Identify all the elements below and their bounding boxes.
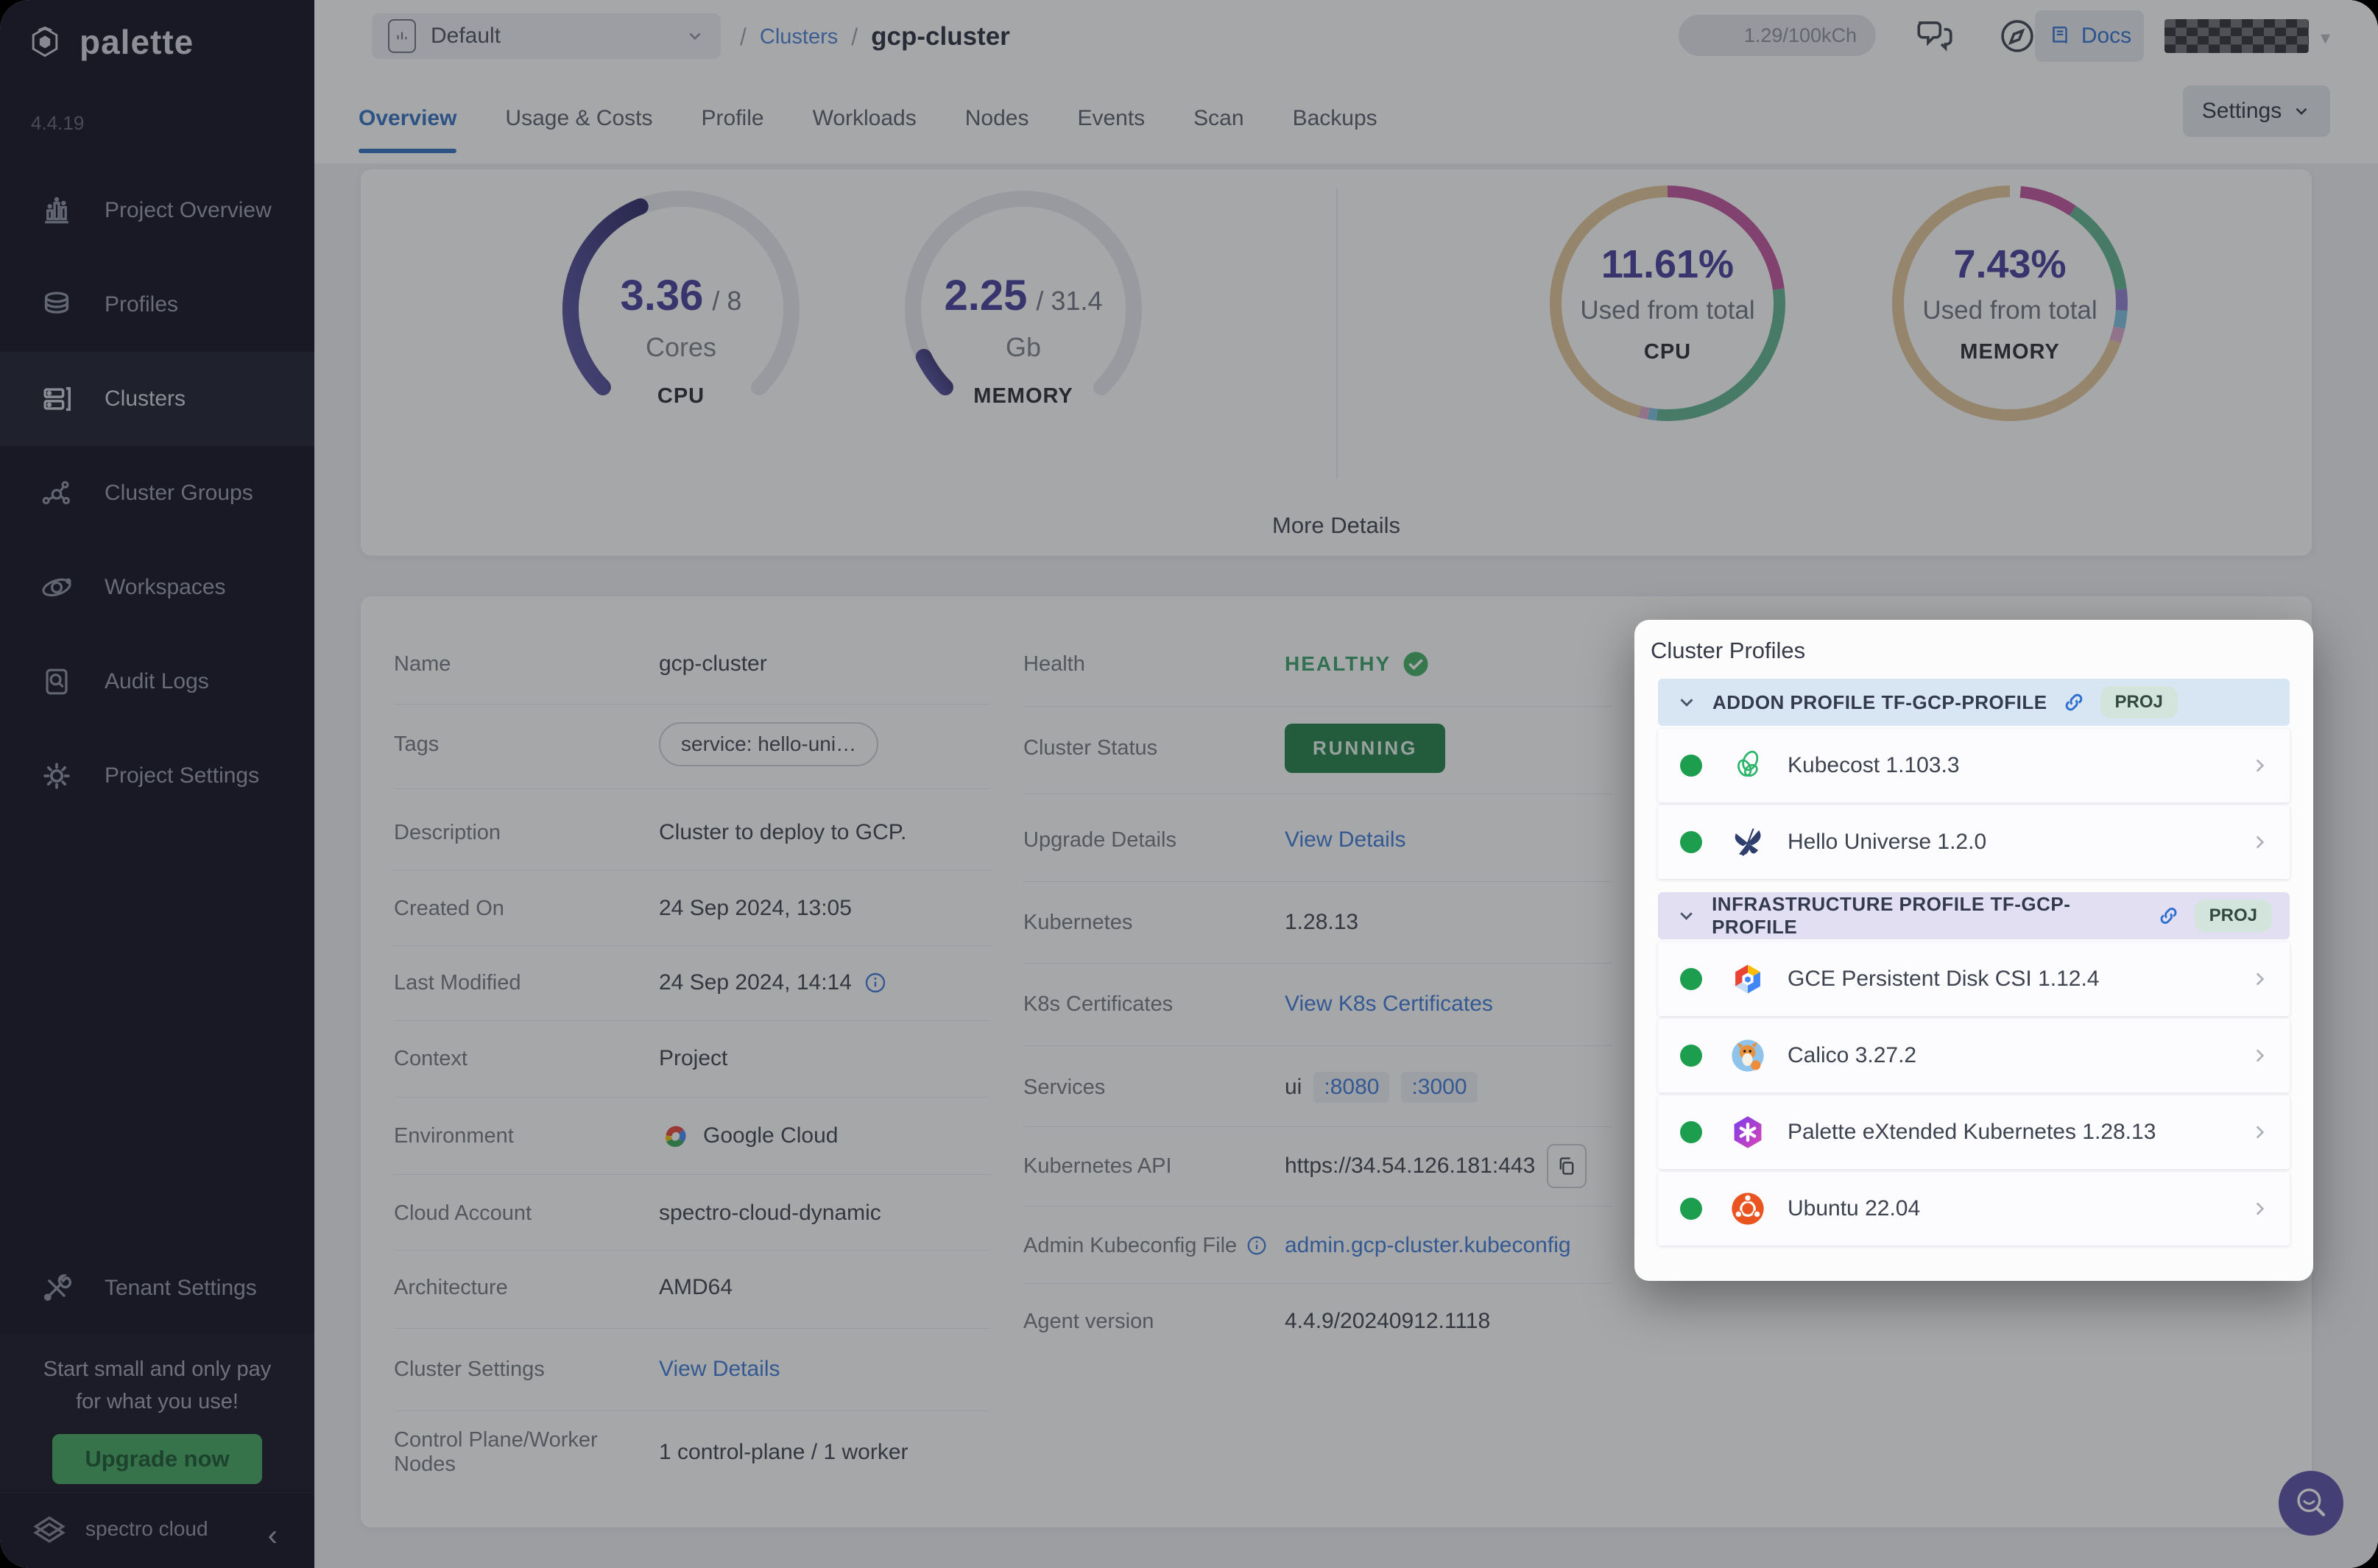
palette-app-window: palette 4.4.19 Project Overview Profiles… — [0, 0, 2378, 1568]
infrastructure-profile-header[interactable]: INFRASTRUCTURE PROFILE TF-GCP-PROFILE PR… — [1658, 892, 2290, 939]
profile-layer-ubuntu[interactable]: Ubuntu 22.04 — [1658, 1172, 2290, 1246]
chevron-right-icon — [2256, 836, 2265, 849]
profile-layer-hello-universe[interactable]: Hello Universe 1.2.0 — [1658, 805, 2290, 879]
chevron-down-icon — [1680, 912, 1693, 920]
chevron-right-icon — [2256, 972, 2265, 986]
addon-profile-header[interactable]: ADDON PROFILE TF-GCP-PROFILE PROJ — [1658, 679, 2290, 726]
cluster-profiles-title: Cluster Profiles — [1651, 638, 1806, 663]
kubecost-logo-icon — [1737, 750, 1759, 777]
hello-universe-logo-icon — [1735, 828, 1761, 856]
profile-layer-kubecost[interactable]: Kubecost 1.103.3 — [1658, 729, 2290, 802]
profile-layer-name: Palette eXtended Kubernetes 1.28.13 — [1788, 1120, 2156, 1144]
proj-scope-badge: PROJ — [2100, 686, 2178, 718]
status-dot-green — [1680, 1198, 1702, 1220]
calico-logo-icon — [1732, 1039, 1764, 1072]
palette-extended-kubernetes-logo-icon — [1734, 1116, 1762, 1148]
addon-profile-label: ADDON PROFILE TF-GCP-PROFILE — [1712, 691, 2047, 713]
profile-layer-palette-extended-kubernetes[interactable]: Palette eXtended Kubernetes 1.28.13 — [1658, 1095, 2290, 1169]
profile-layer-name: GCE Persistent Disk CSI 1.12.4 — [1788, 967, 2100, 991]
profile-layer-name: Hello Universe 1.2.0 — [1788, 830, 1987, 854]
chevron-right-icon — [2256, 1202, 2265, 1215]
profile-layer-calico[interactable]: Calico 3.27.2 — [1658, 1019, 2290, 1092]
link-icon — [2065, 693, 2082, 711]
link-icon — [2160, 908, 2177, 924]
cluster-profiles-panel: Cluster Profiles ADDON PROFILE TF-GCP-PR… — [1634, 620, 2313, 1281]
status-dot-green — [1680, 1045, 1702, 1067]
chevron-down-icon — [1680, 699, 1693, 707]
chevron-right-icon — [2256, 759, 2265, 772]
profile-layer-name: Ubuntu 22.04 — [1788, 1196, 1921, 1221]
proj-scope-badge: PROJ — [2194, 900, 2272, 932]
status-dot-green — [1680, 968, 1702, 990]
chevron-right-icon — [2256, 1049, 2265, 1062]
status-dot-green — [1680, 1121, 1702, 1143]
profile-layer-name: Calico 3.27.2 — [1788, 1043, 1917, 1067]
ubuntu-logo-icon — [1732, 1193, 1764, 1225]
status-dot-green — [1680, 831, 1702, 853]
gce-persistent-disk-logo-icon — [1735, 964, 1760, 994]
profile-layer-name: Kubecost 1.103.3 — [1788, 753, 1960, 777]
screenshot-stage: palette 4.4.19 Project Overview Profiles… — [0, 0, 2378, 1568]
status-dot-green — [1680, 755, 1702, 777]
infrastructure-profile-label: INFRASTRUCTURE PROFILE TF-GCP-PROFILE — [1712, 893, 2071, 938]
chevron-right-icon — [2256, 1126, 2265, 1139]
profile-layer-gce-disk[interactable]: GCE Persistent Disk CSI 1.12.4 — [1658, 942, 2290, 1016]
